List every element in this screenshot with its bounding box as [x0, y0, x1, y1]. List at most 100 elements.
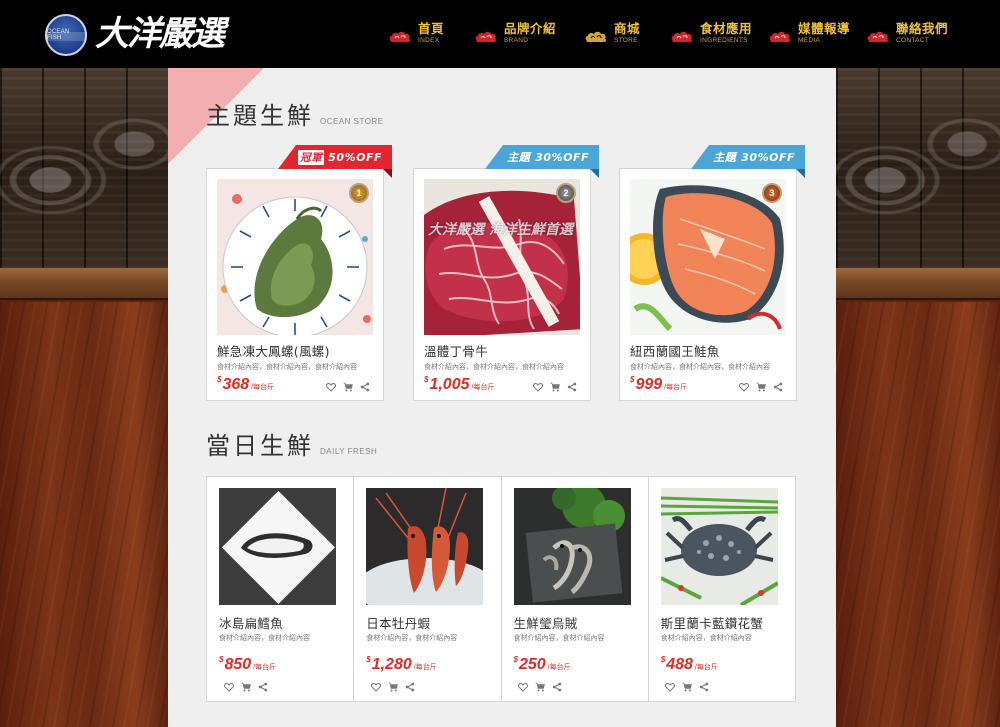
daily-product-card[interactable]: 生鮮瑩烏賊 食材介紹內容，食材介紹內容 $250/每台斤 — [502, 477, 649, 701]
whelk-image — [217, 179, 373, 335]
nav-item-contact[interactable]: 聯絡我們 CONTACT — [866, 0, 956, 68]
cart-icon[interactable] — [535, 681, 546, 692]
price-unit: /每台斤 — [547, 664, 571, 671]
nav-label: 首頁 — [418, 21, 445, 36]
product-price: $1,280/每台斤 — [366, 655, 436, 674]
discount-ribbon: 主題 30%OFF — [691, 145, 805, 169]
currency-symbol: $ — [660, 655, 666, 664]
share-icon[interactable] — [404, 681, 415, 692]
daily-product-grid: 冰島扁鱈魚 食材介紹內容，食材介紹內容 $850/每台斤 日本牡丹蝦 食材介紹內… — [206, 476, 796, 702]
main-nav: 首頁 INDEX 品牌介紹 BRAND 商城 STORE 食材應用 INGREDIENT… — [388, 0, 956, 68]
nav-sublabel: STORE — [614, 37, 638, 44]
product-image-squid[interactable] — [513, 488, 631, 605]
product-name[interactable]: 日本牡丹蝦 — [366, 613, 430, 632]
watermark-text: 大洋嚴選 海洋生鮮首選 — [428, 222, 573, 238]
product-name[interactable]: 鮮急凍大鳳螺(風螺) — [217, 341, 330, 360]
share-icon[interactable] — [772, 381, 783, 392]
currency-symbol: $ — [424, 375, 429, 384]
wood-background-left — [0, 68, 168, 727]
cart-icon[interactable] — [549, 381, 560, 392]
section-title-text: 主題生鮮 — [206, 102, 314, 130]
daily-product-card[interactable]: 日本牡丹蝦 食材介紹內容，食材介紹內容 $1,280/每台斤 — [354, 477, 502, 701]
heart-icon[interactable] — [738, 381, 749, 392]
cart-icon[interactable] — [342, 381, 353, 392]
featured-product-card[interactable]: 主題 30%OFF 3 紐西蘭國王鮭魚 食材介紹內容，食材介紹內容，食材介紹內容… — [619, 145, 805, 401]
product-name[interactable]: 紐西蘭國王鮭魚 — [630, 341, 720, 360]
currency-symbol: $ — [366, 655, 371, 664]
ribbon-prefix: 冠軍 — [298, 149, 325, 165]
cloud-icon — [867, 31, 889, 42]
nav-sublabel: INDEX — [418, 37, 440, 44]
nav-item-brand[interactable]: 品牌介紹 BRAND — [474, 0, 584, 68]
heart-icon[interactable] — [532, 381, 543, 392]
price-value: 1,280 — [371, 656, 412, 673]
ribbon-text: 30%OFF — [741, 150, 795, 164]
product-image-tbone[interactable]: 大洋嚴選 海洋生鮮首選 2 — [424, 179, 580, 335]
share-icon[interactable] — [566, 381, 577, 392]
logo-badge-text: OCEAN FISH — [47, 29, 70, 41]
section-title-subtext: OCEAN STORE — [320, 117, 384, 126]
cart-icon[interactable] — [682, 681, 693, 692]
product-image-crab[interactable] — [660, 488, 778, 605]
card-actions — [665, 681, 716, 692]
heart-icon[interactable] — [370, 681, 381, 692]
heart-icon[interactable] — [518, 681, 529, 692]
product-image-whelk[interactable]: 1 — [217, 179, 373, 335]
cart-icon[interactable] — [755, 381, 766, 392]
product-price: $1,005/每台斤 — [424, 375, 494, 394]
price-unit: /每台斤 — [413, 664, 437, 671]
wave-painting — [836, 108, 1000, 228]
nav-label: 品牌介紹 — [504, 21, 557, 36]
price-unit: /每台斤 — [471, 384, 495, 391]
ribbon-fold — [796, 169, 805, 178]
nav-label: 媒體報導 — [798, 21, 851, 36]
daily-product-card[interactable]: 冰島扁鱈魚 食材介紹內容，食材介紹內容 $850/每台斤 — [207, 477, 355, 701]
share-icon[interactable] — [699, 681, 710, 692]
nav-item-media[interactable]: 媒體報導 MEDIA — [768, 0, 866, 68]
logo-badge[interactable]: OCEAN FISH — [45, 14, 87, 56]
wood-background-right — [836, 68, 1000, 727]
card-actions — [738, 381, 789, 392]
product-name[interactable]: 溫體丁骨牛 — [424, 341, 488, 360]
featured-product-card[interactable]: 主題 30%OFF 大洋嚴選 海洋生鮮首選 2 溫體丁骨牛 食材介紹內容，食材介… — [413, 145, 599, 401]
section-title-daily-fresh: 當日生鮮 DAILY FRESH — [206, 426, 377, 461]
share-icon[interactable] — [257, 681, 268, 692]
product-image-cod[interactable] — [219, 488, 336, 605]
nav-sublabel: INGREDIENTS — [700, 37, 748, 44]
heart-icon[interactable] — [665, 681, 676, 692]
product-description: 食材介紹內容，食材介紹內容 — [219, 634, 310, 642]
product-description: 食材介紹內容，食材介紹內容 — [660, 634, 752, 642]
daily-product-card[interactable]: 斯里蘭卡藍鑽花蟹 食材介紹內容，食材介紹內容 $488/每台斤 — [649, 477, 795, 701]
share-icon[interactable] — [359, 381, 370, 392]
brand-logo-text[interactable]: 大洋嚴選 — [95, 14, 225, 54]
ribbon-prefix: 主題 — [713, 151, 737, 164]
heart-icon[interactable] — [325, 381, 336, 392]
price-unit: /每台斤 — [694, 664, 718, 671]
share-icon[interactable] — [552, 681, 563, 692]
product-price: $250/每台斤 — [514, 655, 571, 674]
featured-product-card[interactable]: 冠軍 50%OFF 1 鮮急凍大鳳螺(風螺) 食材介紹內容，食材介紹內容，食材介… — [206, 145, 392, 401]
product-name[interactable]: 生鮮瑩烏賊 — [514, 613, 578, 632]
wood-counter — [836, 302, 1000, 727]
firefly-squid-image — [513, 488, 631, 605]
product-name[interactable]: 冰島扁鱈魚 — [219, 613, 283, 632]
product-image-shrimp[interactable] — [366, 488, 484, 605]
product-image-salmon[interactable]: 3 — [630, 179, 786, 335]
nav-item-index[interactable]: 首頁 INDEX — [388, 0, 474, 68]
product-name[interactable]: 斯里蘭卡藍鑽花蟹 — [661, 613, 763, 632]
cart-icon[interactable] — [240, 681, 251, 692]
nav-item-store[interactable]: 商城 STORE — [584, 0, 670, 68]
card-actions — [518, 681, 569, 692]
cart-icon[interactable] — [387, 681, 398, 692]
product-description: 食材介紹內容，食材介紹內容 — [513, 634, 605, 642]
price-unit: /每台斤 — [253, 664, 277, 671]
section-title-text: 當日生鮮 — [206, 432, 314, 460]
product-price: $488/每台斤 — [661, 655, 718, 674]
heart-icon[interactable] — [223, 681, 234, 692]
nav-item-ingredients[interactable]: 食材應用 INGREDIENTS — [670, 0, 768, 68]
nav-label: 食材應用 — [700, 21, 753, 36]
product-description: 食材介紹內容，食材介紹內容，食材介紹內容 — [424, 363, 564, 371]
cod-steak-image — [219, 488, 336, 605]
card-actions — [223, 681, 274, 692]
product-price: $368/每台斤 — [217, 375, 274, 394]
